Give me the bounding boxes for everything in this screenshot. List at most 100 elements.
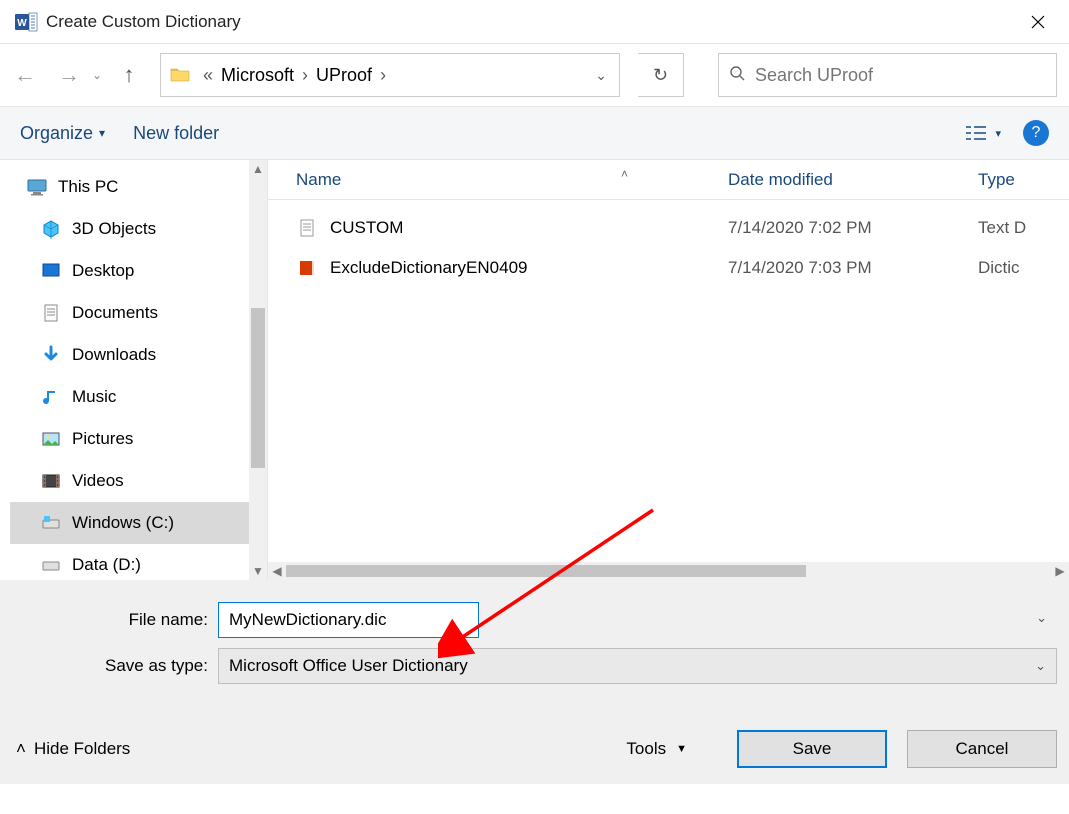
new-folder-button[interactable]: New folder	[133, 123, 219, 144]
tools-label: Tools	[626, 739, 666, 759]
help-button[interactable]: ?	[1023, 120, 1049, 146]
chevron-down-icon: ▾	[99, 126, 105, 140]
tree-item-downloads[interactable]: Downloads	[10, 334, 249, 376]
tree-item-desktop[interactable]: Desktop	[10, 250, 249, 292]
tree-item-label: Videos	[72, 471, 124, 491]
file-rows: CUSTOM 7/14/2020 7:02 PM Text D ExcludeD…	[268, 200, 1069, 562]
view-button[interactable]: ▾	[965, 124, 1001, 142]
desktop-icon	[40, 260, 62, 282]
file-type: Dictic	[978, 258, 1069, 278]
file-date: 7/14/2020 7:03 PM	[728, 258, 978, 278]
documents-icon	[40, 302, 62, 324]
chevron-down-icon: ⌄	[1035, 658, 1046, 674]
column-header-date[interactable]: Date modified	[728, 170, 978, 190]
scroll-thumb[interactable]	[251, 308, 265, 468]
up-button[interactable]: ↑	[116, 62, 142, 88]
search-box[interactable]	[718, 53, 1057, 97]
music-icon	[40, 386, 62, 408]
pc-icon	[26, 176, 48, 198]
recent-locations-dropdown[interactable]: ⌄	[90, 68, 104, 82]
filename-dropdown[interactable]: ⌄	[1036, 610, 1047, 626]
refresh-button[interactable]: ↻	[638, 53, 684, 97]
tree-item-label: Pictures	[72, 429, 133, 449]
tree-item-label: Windows (C:)	[72, 513, 174, 533]
svg-text:W: W	[17, 18, 27, 29]
address-bar[interactable]: « Microsoft › UProof › ⌄	[160, 53, 620, 97]
text-file-icon	[296, 217, 318, 239]
tree-item-label: This PC	[58, 177, 118, 197]
sidebar: This PC 3D Objects Desktop Documents Dow…	[0, 160, 268, 580]
drive-icon	[40, 512, 62, 534]
column-header-type[interactable]: Type	[978, 170, 1069, 190]
cancel-button[interactable]: Cancel	[907, 730, 1057, 768]
hide-folders-button[interactable]: ˄ Hide Folders	[12, 739, 130, 759]
download-icon	[40, 344, 62, 366]
file-name: ExcludeDictionaryEN0409	[330, 258, 728, 278]
chevron-right-icon: ›	[380, 65, 386, 86]
forward-button[interactable]: →	[56, 62, 82, 88]
folder-icon	[169, 63, 193, 87]
organize-button[interactable]: Organize ▾	[20, 123, 105, 144]
breadcrumb-microsoft[interactable]: Microsoft	[217, 63, 298, 88]
breadcrumb-sep: «	[203, 65, 213, 86]
tree-item-label: Data (D:)	[72, 555, 141, 575]
tree-item-videos[interactable]: Videos	[10, 460, 249, 502]
saveas-value: Microsoft Office User Dictionary	[229, 656, 468, 676]
view-details-icon	[965, 124, 987, 142]
organize-label: Organize	[20, 123, 93, 144]
main-area: This PC 3D Objects Desktop Documents Dow…	[0, 160, 1069, 580]
tree-scrollbar[interactable]: ▲ ▼	[249, 160, 267, 580]
titlebar: W Create Custom Dictionary	[0, 0, 1069, 44]
bottom-panel: File name: ⌄ Save as type: Microsoft Off…	[0, 580, 1069, 784]
filename-row: File name: ⌄	[12, 602, 1057, 638]
tools-button[interactable]: Tools ▼	[626, 739, 687, 759]
folder-tree: This PC 3D Objects Desktop Documents Dow…	[0, 160, 249, 580]
scroll-track[interactable]	[249, 178, 267, 562]
saveas-select[interactable]: Microsoft Office User Dictionary ⌄	[218, 648, 1057, 684]
back-button[interactable]: ←	[12, 62, 38, 88]
column-header-name[interactable]: Name ˄	[268, 170, 728, 190]
breadcrumb-uproof[interactable]: UProof	[312, 63, 376, 88]
scroll-up-icon[interactable]: ▲	[249, 160, 267, 178]
scroll-left-icon[interactable]: ◀	[268, 562, 286, 580]
chevron-down-icon: ▾	[995, 127, 1001, 140]
horizontal-scrollbar[interactable]: ◀ ▶	[268, 562, 1069, 580]
tree-item-label: Desktop	[72, 261, 134, 281]
tree-item-label: Documents	[72, 303, 158, 323]
tree-item-3d-objects[interactable]: 3D Objects	[10, 208, 249, 250]
filename-label: File name:	[12, 610, 218, 630]
chevron-up-icon: ˄	[16, 739, 26, 759]
drive-icon	[40, 554, 62, 576]
pictures-icon	[40, 428, 62, 450]
file-row[interactable]: CUSTOM 7/14/2020 7:02 PM Text D	[268, 208, 1069, 248]
filename-input[interactable]	[218, 602, 479, 638]
toolbar: Organize ▾ New folder ▾ ?	[0, 106, 1069, 160]
close-button[interactable]	[1015, 4, 1061, 40]
cube-icon	[40, 218, 62, 240]
action-row: ˄ Hide Folders Tools ▼ Save Cancel	[12, 730, 1057, 768]
tree-item-pictures[interactable]: Pictures	[10, 418, 249, 460]
file-list: Name ˄ Date modified Type CUSTOM 7/14/20…	[268, 160, 1069, 580]
search-input[interactable]	[755, 65, 1046, 86]
tree-item-documents[interactable]: Documents	[10, 292, 249, 334]
scroll-thumb[interactable]	[286, 565, 806, 577]
window-title: Create Custom Dictionary	[46, 12, 1015, 32]
file-row[interactable]: ExcludeDictionaryEN0409 7/14/2020 7:03 P…	[268, 248, 1069, 288]
saveas-label: Save as type:	[12, 656, 218, 676]
scroll-track[interactable]	[286, 562, 1051, 580]
word-app-icon: W	[14, 10, 38, 34]
tree-item-windows-c[interactable]: Windows (C:)	[10, 502, 249, 544]
navigation-row: ← → ⌄ ↑ « Microsoft › UProof › ⌄ ↻	[0, 44, 1069, 106]
column-headers: Name ˄ Date modified Type	[268, 160, 1069, 200]
tree-item-music[interactable]: Music	[10, 376, 249, 418]
chevron-down-icon: ▼	[676, 743, 687, 755]
tree-item-this-pc[interactable]: This PC	[10, 166, 249, 208]
scroll-down-icon[interactable]: ▼	[249, 562, 267, 580]
path-dropdown[interactable]: ⌄	[591, 67, 611, 84]
sort-asc-icon: ˄	[621, 167, 628, 181]
column-label: Name	[296, 170, 341, 189]
tree-item-label: Downloads	[72, 345, 156, 365]
tree-item-data-d[interactable]: Data (D:)	[10, 544, 249, 580]
save-button[interactable]: Save	[737, 730, 887, 768]
scroll-right-icon[interactable]: ▶	[1051, 562, 1069, 580]
